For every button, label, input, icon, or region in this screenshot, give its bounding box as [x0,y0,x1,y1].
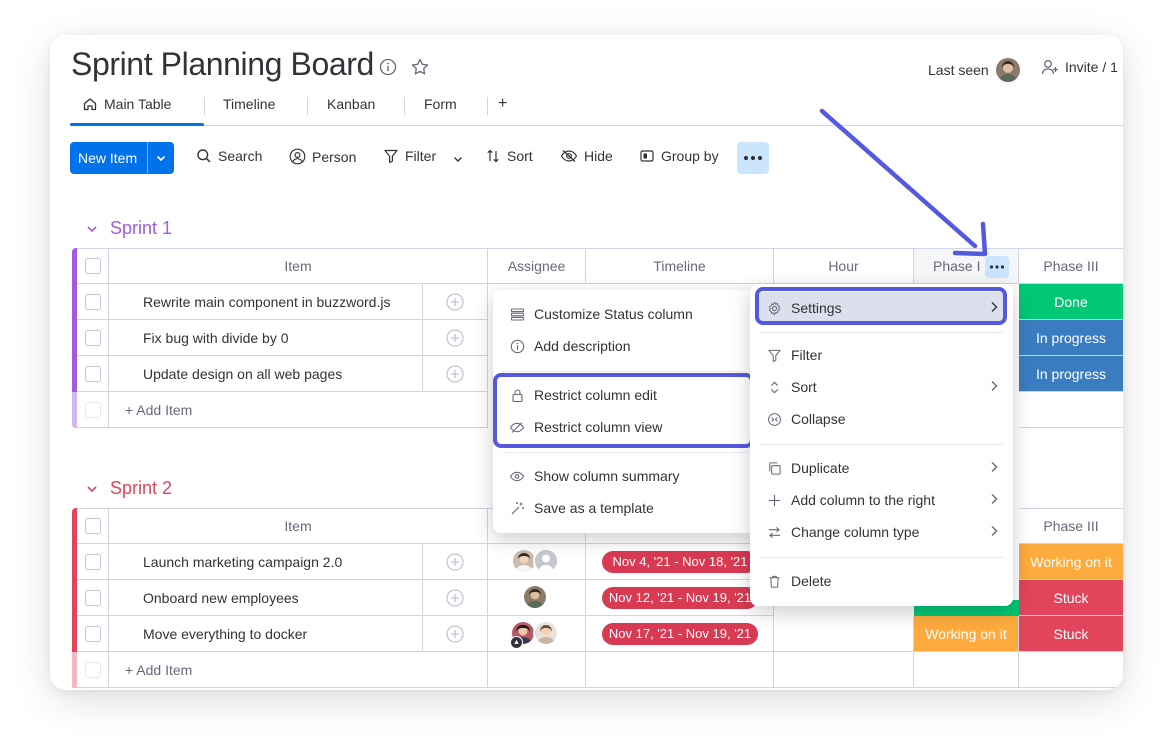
board-window: Sprint Planning Board Last seen Invite /… [50,35,1123,690]
annotation-arrow-icon [819,108,988,257]
